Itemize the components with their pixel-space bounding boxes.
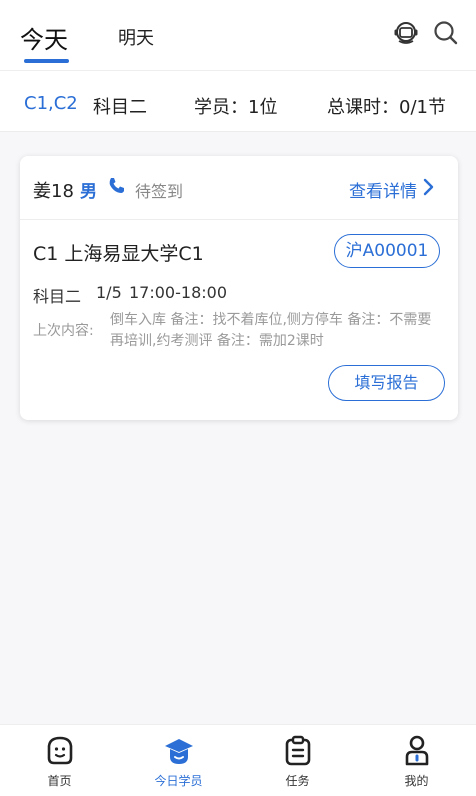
nav-today-students-label: 今日学员 xyxy=(154,774,203,788)
fill-report-button[interactable]: 填写报告 xyxy=(328,365,445,401)
nav-tasks[interactable]: 任务 xyxy=(238,725,357,796)
card-header: 姜18 男 待签到 查看详情 xyxy=(20,156,458,220)
student-card: 姜18 男 待签到 查看详情 C1 上海易显大学C1 沪A00001 科目二 1… xyxy=(20,156,458,420)
plate-badge: 沪A00001 xyxy=(334,234,440,268)
student-name: 姜18 xyxy=(33,181,74,202)
active-tab-indicator xyxy=(24,59,69,63)
top-header: 今天 明天 xyxy=(0,0,476,70)
last-content-text: 倒车入库 备注：找不着库位,侧方停车 备注：不需要再培训,约考测评 备注：需加2… xyxy=(110,312,432,349)
phone-icon[interactable] xyxy=(107,176,127,196)
lesson-progress: 1/5 xyxy=(96,283,122,302)
lesson-time: 17:00-18:00 xyxy=(129,283,227,302)
search-icon[interactable] xyxy=(432,19,460,47)
chevron-right-icon[interactable] xyxy=(422,177,436,197)
bottom-nav: 首页 今日学员 任务 我的 xyxy=(0,724,476,796)
profile-icon xyxy=(405,735,429,766)
task-clipboard-icon xyxy=(285,735,311,766)
summary-bar: C1,C2 科目二 学员：1位 总课时：0/1节 xyxy=(0,70,476,132)
student-cap-icon xyxy=(165,739,193,764)
nav-today-students[interactable]: 今日学员 xyxy=(119,725,238,796)
subject-label: 科目二 xyxy=(93,97,147,118)
tab-tomorrow[interactable]: 明天 xyxy=(118,24,154,50)
student-count: 学员：1位 xyxy=(194,97,278,118)
course-name: C1 上海易显大学C1 xyxy=(33,243,204,265)
nav-mine-label: 我的 xyxy=(404,774,429,788)
nav-home[interactable]: 首页 xyxy=(0,725,119,796)
nav-mine[interactable]: 我的 xyxy=(357,725,476,796)
home-icon xyxy=(47,736,73,765)
last-content-label: 上次内容: xyxy=(33,323,94,339)
nav-tasks-label: 任务 xyxy=(285,774,310,788)
tab-today[interactable]: 今天 xyxy=(20,20,68,55)
license-types: C1,C2 xyxy=(24,93,78,114)
view-detail-link[interactable]: 查看详情 xyxy=(349,177,417,202)
nav-home-label: 首页 xyxy=(47,774,72,788)
support-icon[interactable] xyxy=(390,17,422,49)
total-hours: 总课时：0/1节 xyxy=(327,97,446,118)
student-gender: 男 xyxy=(80,182,97,202)
lesson-subject: 科目二 xyxy=(33,287,82,306)
signin-status: 待签到 xyxy=(135,182,184,201)
